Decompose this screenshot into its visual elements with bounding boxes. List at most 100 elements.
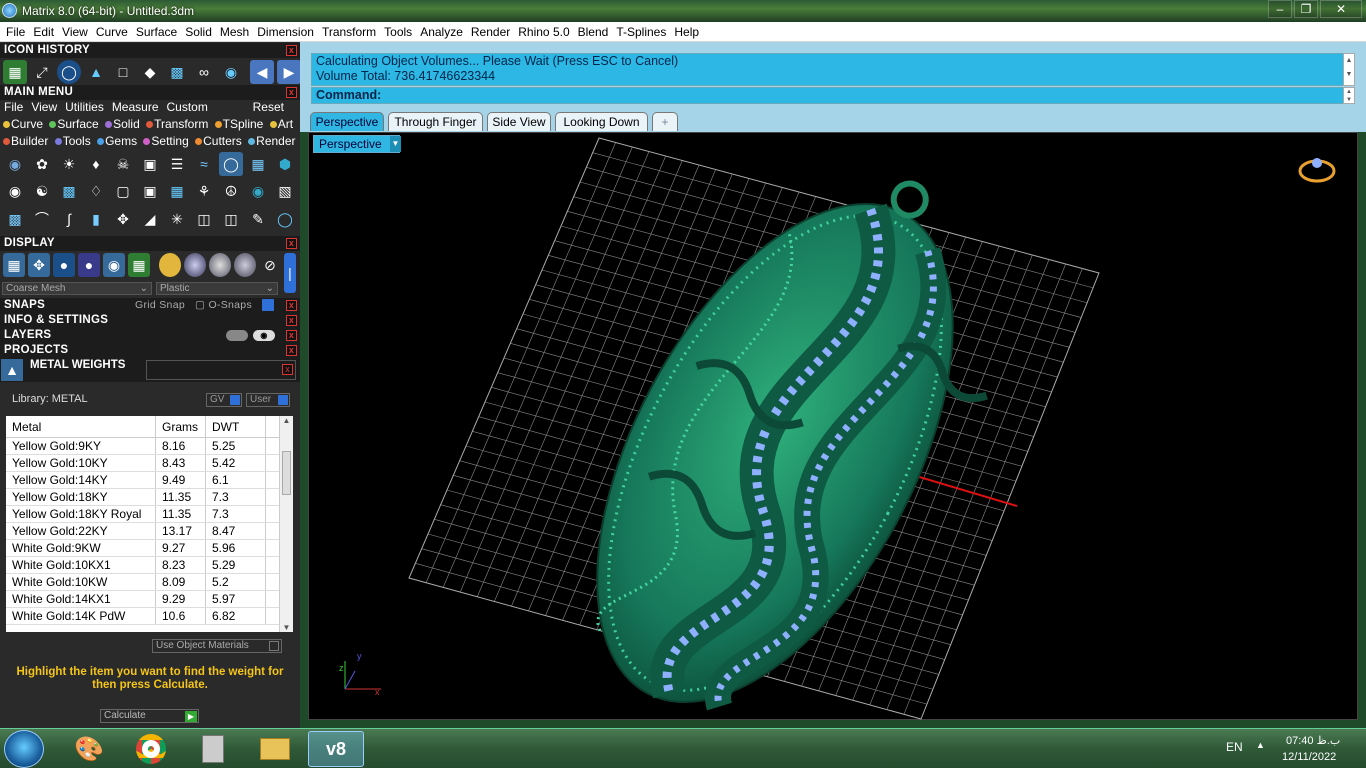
menu-analyze[interactable]: Analyze <box>416 25 467 39</box>
scale-icon[interactable]: ◢ <box>138 207 162 231</box>
drop-icon[interactable]: ♦ <box>84 152 108 176</box>
language-indicator[interactable]: EN <box>1226 740 1243 754</box>
main-menu-measure[interactable]: Measure <box>108 100 163 116</box>
chrome-app-icon[interactable] <box>124 731 178 767</box>
xray-icon[interactable]: ◉ <box>103 253 125 277</box>
document-icon[interactable]: □ <box>111 60 135 84</box>
column-dwt[interactable]: DWT <box>206 416 266 437</box>
main-menu-custom[interactable]: Custom <box>163 100 212 116</box>
category-builder[interactable]: Builder <box>0 134 48 148</box>
main-menu-view[interactable]: View <box>27 100 61 116</box>
select-icon[interactable]: ▦ <box>3 60 27 84</box>
explode-icon[interactable]: ✳ <box>165 207 189 231</box>
menu-mesh[interactable]: Mesh <box>216 25 253 39</box>
menu-view[interactable]: View <box>58 25 92 39</box>
figure-icon[interactable]: ⚘ <box>192 179 216 203</box>
forward-arrow-icon[interactable]: ▶ <box>277 60 301 84</box>
category-surface[interactable]: Surface <box>46 117 99 131</box>
viewport-label[interactable]: Perspective ▼ <box>313 135 401 153</box>
chevron-down-icon[interactable]: ▼ <box>390 136 401 152</box>
table-row[interactable]: Yellow Gold:9KY 8.16 5.25 <box>6 438 293 455</box>
split-icon[interactable]: ▮ <box>84 207 108 231</box>
tab-perspective[interactable]: Perspective <box>310 112 384 131</box>
menu-tsplines[interactable]: T-Splines <box>612 25 670 39</box>
tray-expand-icon[interactable]: ▲ <box>1256 740 1265 750</box>
main-menu-utilities[interactable]: Utilities <box>61 100 108 116</box>
matrix-app-icon[interactable]: v8 <box>308 731 364 767</box>
category-solid[interactable]: Solid <box>102 117 140 131</box>
menu-dimension[interactable]: Dimension <box>253 25 318 39</box>
column-grams[interactable]: Grams <box>156 416 206 437</box>
clock-time[interactable]: 07:40 ب.ظ <box>1286 734 1340 747</box>
tab-through-finger[interactable]: Through Finger <box>388 112 483 131</box>
display-slider[interactable]: | <box>284 253 296 293</box>
menu-transform[interactable]: Transform <box>318 25 380 39</box>
category-art[interactable]: Art <box>267 117 293 131</box>
menu-tools[interactable]: Tools <box>380 25 416 39</box>
command-line-spinner[interactable]: ▲ ▼ <box>1343 87 1355 104</box>
minimize-button[interactable]: – <box>1268 0 1292 18</box>
paint-app-icon[interactable]: 🎨 <box>62 731 116 767</box>
table-row[interactable]: White Gold:10KX1 8.23 5.29 <box>6 557 293 574</box>
projects-header[interactable]: PROJECTS x <box>0 343 300 358</box>
scroll-down-icon[interactable]: ▼ <box>280 623 293 632</box>
globe-tool-icon[interactable]: ◉ <box>246 179 270 203</box>
frame-icon[interactable]: ▢ <box>111 179 135 203</box>
menu-curve[interactable]: Curve <box>92 25 132 39</box>
steel-material-icon[interactable] <box>234 253 256 277</box>
maximize-button[interactable]: ❐ <box>1294 0 1318 18</box>
render-icon[interactable]: ▧ <box>273 179 297 203</box>
close-button[interactable]: ✕ <box>1320 0 1362 18</box>
ghosted-icon[interactable]: ▦ <box>128 253 150 277</box>
close-icon[interactable]: x <box>286 330 297 341</box>
viewport-perspective[interactable]: x y z Perspective ▼ <box>308 132 1358 720</box>
cone-icon[interactable]: ▲ <box>84 60 108 84</box>
close-icon[interactable]: x <box>286 87 297 98</box>
tab-side-view[interactable]: Side View <box>487 112 551 131</box>
ring-icon[interactable]: ◯ <box>219 152 243 176</box>
table-row[interactable]: Yellow Gold:10KY 8.43 5.42 <box>6 455 293 472</box>
grid-icon[interactable]: ▩ <box>165 60 189 84</box>
material-select[interactable]: Plastic ⌄ <box>156 282 278 295</box>
close-icon[interactable]: x <box>286 45 297 56</box>
category-setting[interactable]: Setting <box>140 134 189 148</box>
info-settings-header[interactable]: INFO & SETTINGS x <box>0 313 300 328</box>
category-transform[interactable]: Transform <box>143 117 208 131</box>
rendered-icon[interactable]: ● <box>78 253 100 277</box>
silver-material-icon[interactable] <box>184 253 206 277</box>
shape-icon[interactable]: ⬢ <box>273 152 297 176</box>
snaps-slider[interactable] <box>262 299 274 311</box>
menu-help[interactable]: Help <box>670 25 703 39</box>
gumball-icon[interactable]: ✥ <box>28 253 50 277</box>
user-toggle[interactable]: User <box>246 393 290 407</box>
command-line[interactable]: Command: <box>311 87 1355 104</box>
bail-icon[interactable]: ☮ <box>219 179 243 203</box>
menu-file[interactable]: File <box>2 25 29 39</box>
mesh-select[interactable]: Coarse Mesh ⌄ <box>2 282 152 295</box>
explorer-app-icon[interactable] <box>248 731 302 767</box>
wave-icon[interactable]: ≈ <box>192 152 216 176</box>
pave-icon[interactable]: ☠ <box>111 152 135 176</box>
scroll-thumb[interactable] <box>282 451 291 495</box>
category-tspline[interactable]: TSpline <box>212 117 263 131</box>
column-metal[interactable]: Metal <box>6 416 156 437</box>
chain-icon[interactable]: ∞ <box>192 60 216 84</box>
add-tab-button[interactable]: + <box>652 112 678 131</box>
eye-icon[interactable]: ◉ <box>253 330 275 341</box>
table-row[interactable]: White Gold:10KW 8.09 5.2 <box>6 574 293 591</box>
move-icon[interactable]: ⤢ <box>30 60 54 84</box>
shaded-icon[interactable]: ● <box>53 253 75 277</box>
gem-tool-icon[interactable]: ◉ <box>3 152 27 176</box>
menu-blend[interactable]: Blend <box>574 25 613 39</box>
platinum-material-icon[interactable] <box>209 253 231 277</box>
tile-icon[interactable]: ▦ <box>165 179 189 203</box>
main-menu-file[interactable]: File <box>0 100 27 116</box>
menu-solid[interactable]: Solid <box>181 25 216 39</box>
use-object-materials-checkbox[interactable]: Use Object Materials <box>152 639 282 653</box>
sun-icon[interactable]: ☀ <box>57 152 81 176</box>
cubes-icon[interactable]: ▩ <box>3 207 27 231</box>
tab-looking-down[interactable]: Looking Down <box>555 112 648 131</box>
head-icon[interactable]: ☯ <box>30 179 54 203</box>
osnaps-toggle[interactable]: ▢ O-Snaps <box>195 298 252 313</box>
back-arrow-icon[interactable]: ◀ <box>250 60 274 84</box>
